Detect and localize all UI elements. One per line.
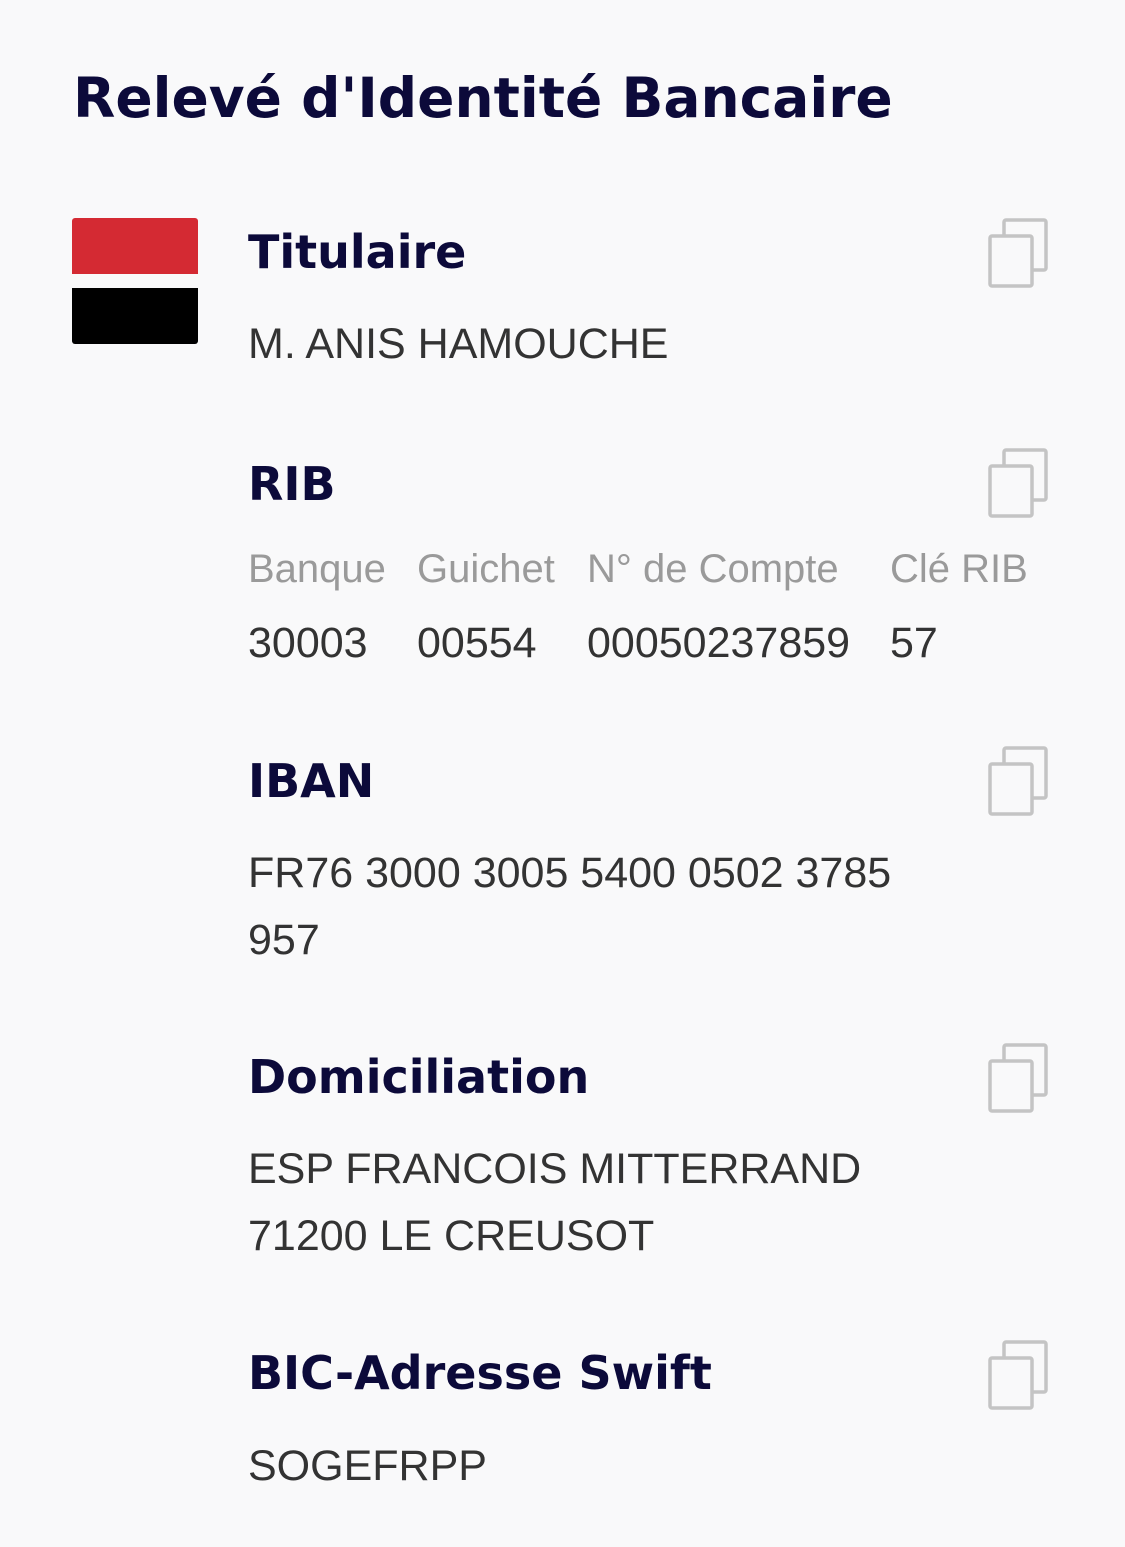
rib-guichet-label: Guichet <box>417 547 555 591</box>
logo-red-band <box>72 218 198 274</box>
bic-label: BIC-Adresse Swift <box>248 1346 712 1400</box>
rib-compte-label: N° de Compte <box>587 547 839 591</box>
iban-value-line2: 957 <box>248 916 320 964</box>
page-title: Relevé d'Identité Bancaire <box>73 66 893 130</box>
logo-black-band <box>72 288 198 344</box>
copy-icon <box>988 746 1048 816</box>
titulaire-label: Titulaire <box>248 225 467 279</box>
copy-icon <box>988 1340 1048 1410</box>
titulaire-value: M. ANIS HAMOUCHE <box>248 320 669 368</box>
bank-logo-icon <box>72 218 198 344</box>
copy-iban-button[interactable] <box>984 744 1050 820</box>
copy-icon <box>988 1043 1048 1113</box>
rib-banque-label: Banque <box>248 547 386 591</box>
bic-value: SOGEFRPP <box>248 1442 487 1490</box>
copy-rib-button[interactable] <box>984 446 1050 522</box>
copy-bic-button[interactable] <box>984 1338 1050 1414</box>
copy-domiciliation-button[interactable] <box>984 1041 1050 1117</box>
copy-titulaire-button[interactable] <box>984 216 1050 292</box>
rib-guichet-value: 00554 <box>417 619 537 667</box>
iban-value-line1: FR76 3000 3005 5400 0502 3785 <box>248 849 892 897</box>
domiciliation-label: Domiciliation <box>248 1050 590 1104</box>
iban-label: IBAN <box>248 754 375 808</box>
rib-compte-value: 00050237859 <box>587 619 851 667</box>
domiciliation-value-line2: 71200 LE CREUSOT <box>248 1212 655 1260</box>
copy-icon <box>988 218 1048 288</box>
domiciliation-value-line1: ESP FRANCOIS MITTERRAND <box>248 1145 862 1193</box>
rib-banque-value: 30003 <box>248 619 368 667</box>
rib-label: RIB <box>248 457 336 511</box>
rib-cle-label: Clé RIB <box>890 547 1028 591</box>
copy-icon <box>988 448 1048 518</box>
rib-cle-value: 57 <box>890 619 938 667</box>
